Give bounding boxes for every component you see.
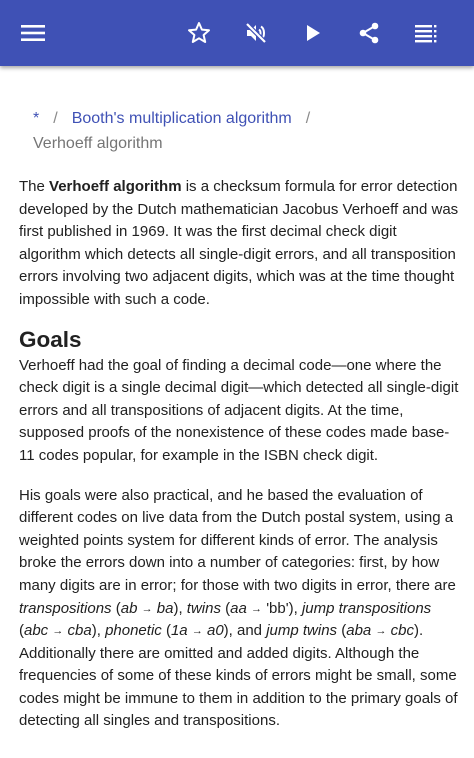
table-of-contents-button[interactable] [406,13,446,53]
play-icon [307,25,320,41]
article-scroll-area[interactable]: * / Booth's multiplication algorithm / Verh… [0,66,474,758]
intro-paragraph: The Verhoeff algorithm is a checksum for… [19,178,459,308]
share-icon [359,22,379,44]
goals-paragraph-2: His goals were also practical, and he ba… [19,486,458,730]
breadcrumb: * / Booth's multiplication algorithm / Verh… [33,106,453,156]
breadcrumb-current: Verhoeff algorithm [33,135,163,152]
list-icon [415,25,437,43]
article-body: The Verhoeff algorithm is a checksum for… [19,176,459,733]
article-subject: Verhoeff algorithm [49,178,182,195]
star-outline-icon [188,22,210,43]
goals-paragraph-1: Verhoeff had the goal of finding a decim… [19,356,459,464]
section-heading-goals: Goals [19,326,82,352]
menu-icon [21,25,45,41]
breadcrumb-home-link[interactable]: * [33,110,39,127]
breadcrumb-parent-link[interactable]: Booth's multiplication algorithm [72,110,292,127]
menu-button[interactable] [13,13,53,53]
app-bar [0,0,474,66]
volume-off-icon [245,22,267,44]
play-button[interactable] [293,13,333,53]
mute-button[interactable] [236,13,276,53]
share-button[interactable] [349,13,389,53]
breadcrumb-separator: / [53,110,58,127]
favorite-button[interactable] [179,13,219,53]
breadcrumb-separator: / [305,110,311,127]
